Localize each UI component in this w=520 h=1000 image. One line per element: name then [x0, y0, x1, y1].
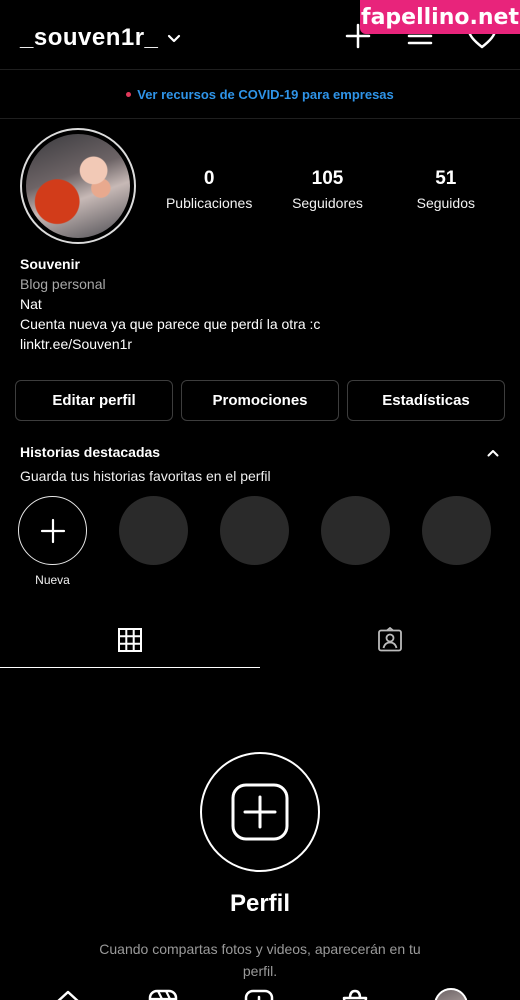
highlights-subtitle: Guarda tus historias favoritas en el per… — [20, 468, 271, 484]
highlight-placeholder-circle — [321, 496, 390, 565]
profile-actions: Editar perfil Promociones Estadísticas — [15, 380, 505, 421]
covid-resources-banner[interactable]: Ver recursos de COVID-19 para empresas — [0, 71, 520, 119]
plus-icon — [40, 518, 65, 543]
account-switcher[interactable]: _souven1r_ — [20, 24, 184, 52]
reels-icon[interactable] — [147, 988, 179, 1000]
empty-state-title: Perfil — [229, 890, 291, 917]
highlight-placeholder-circle — [422, 496, 491, 565]
stat-value: 0 — [203, 168, 215, 189]
stat-following[interactable]: 51 Seguidos — [387, 168, 505, 211]
stat-label: Publicaciones — [165, 195, 253, 211]
highlight-placeholder — [119, 496, 188, 587]
bottom-nav — [0, 988, 520, 1000]
chevron-down-icon — [168, 34, 181, 43]
covid-resources-link[interactable]: Ver recursos de COVID-19 para empresas — [137, 87, 394, 102]
stat-label: Seguidores — [292, 195, 363, 211]
highlight-placeholder — [220, 496, 289, 587]
profile-stats: 0 Publicaciones 105 Seguidores 51 Seguid… — [150, 168, 505, 211]
add-post-circle[interactable] — [200, 752, 320, 872]
username: _souven1r_ — [20, 24, 159, 51]
tab-tagged[interactable] — [260, 612, 520, 668]
create-icon[interactable] — [243, 988, 275, 1000]
highlight-new[interactable]: Nueva — [18, 496, 87, 587]
chevron-up-icon[interactable] — [486, 446, 500, 460]
profile-bio: Souvenir Blog personal Nat Cuenta nueva … — [20, 254, 320, 354]
highlights-row: Nueva — [18, 496, 491, 587]
edit-profile-button[interactable]: Editar perfil — [15, 380, 173, 421]
profile-nav-avatar[interactable] — [434, 988, 469, 1000]
stat-label: Seguidos — [416, 195, 475, 211]
bio-line: Cuenta nueva ya que parece que perdí la … — [20, 316, 321, 332]
highlight-placeholder — [321, 496, 390, 587]
shop-icon[interactable] — [339, 988, 371, 1000]
tagged-icon — [378, 627, 402, 652]
promotions-button[interactable]: Promociones — [181, 380, 339, 421]
highlight-label: Nueva — [35, 573, 70, 587]
stat-value: 105 — [311, 168, 344, 189]
highlights-title: Historias destacadas — [20, 444, 161, 460]
highlight-placeholder-circle — [220, 496, 289, 565]
display-name: Souvenir — [20, 256, 80, 272]
stat-followers[interactable]: 105 Seguidores — [268, 168, 386, 211]
notification-dot — [126, 92, 132, 97]
profile-category: Blog personal — [20, 276, 106, 292]
statistics-button[interactable]: Estadísticas — [347, 380, 505, 421]
watermark: fapellino.net — [360, 0, 520, 34]
highlight-placeholder-circle — [119, 496, 188, 565]
add-post-icon — [231, 783, 289, 841]
grid-icon — [118, 627, 142, 652]
highlight-placeholder — [422, 496, 491, 587]
bio-line: Nat — [20, 296, 42, 312]
bio-link[interactable]: linktr.ee/Souven1r — [20, 334, 320, 354]
tab-grid[interactable] — [0, 612, 260, 668]
empty-state-text: Cuando compartas fotos y videos, aparece… — [99, 941, 421, 979]
stat-value: 51 — [435, 168, 457, 189]
new-highlight-button[interactable] — [18, 496, 87, 565]
profile-tabs — [0, 612, 520, 668]
profile-avatar[interactable] — [20, 128, 136, 244]
home-icon[interactable] — [52, 988, 84, 1000]
stat-posts[interactable]: 0 Publicaciones — [150, 168, 268, 211]
avatar-image — [26, 134, 130, 238]
